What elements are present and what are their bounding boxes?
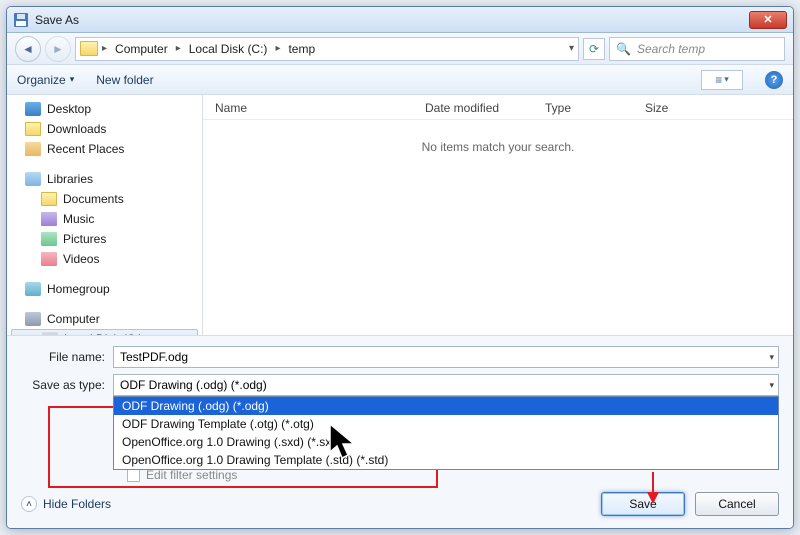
computer-icon: [25, 312, 41, 326]
titlebar: Save As ✕: [7, 7, 793, 33]
sidebar-item-desktop[interactable]: Desktop: [7, 99, 202, 119]
type-option[interactable]: ODF Drawing Template (.otg) (*.otg): [114, 415, 778, 433]
type-option[interactable]: OpenOffice.org 1.0 Drawing (.sxd) (*.sxd…: [114, 433, 778, 451]
sidebar: Desktop Downloads Recent Places Librarie…: [7, 95, 203, 335]
music-icon: [41, 212, 57, 226]
sidebar-item-documents[interactable]: Documents: [7, 189, 202, 209]
filename-label: File name:: [21, 350, 105, 364]
bottom-panel: File name: TestPDF.odg ▾ Save as type: O…: [7, 335, 793, 528]
save-as-dialog: Save As ✕ ◄ ► ▸ Computer ▸ Local Disk (C…: [6, 6, 794, 529]
hide-folders-button[interactable]: ˄ Hide Folders: [21, 496, 111, 512]
libraries-icon: [25, 172, 41, 186]
file-list: Name Date modified Type Size No items ma…: [203, 95, 793, 335]
back-button[interactable]: ◄: [15, 36, 41, 62]
documents-icon: [41, 192, 57, 206]
refresh-button[interactable]: ⟳: [583, 38, 605, 60]
toolbar: Organize ▾ New folder ≡▾ ?: [7, 65, 793, 95]
search-icon: 🔍: [616, 42, 631, 56]
sidebar-item-libraries[interactable]: Libraries: [7, 169, 202, 189]
chevron-down-icon[interactable]: ▾: [569, 43, 574, 54]
nav-row: ◄ ► ▸ Computer ▸ Local Disk (C:) ▸ temp …: [7, 33, 793, 65]
chevron-icon: ▸: [102, 43, 107, 54]
type-option[interactable]: ODF Drawing (.odg) (*.odg): [114, 397, 778, 415]
folder-icon: [25, 122, 41, 136]
search-input[interactable]: 🔍 Search temp: [609, 37, 785, 61]
folder-icon: [80, 41, 98, 56]
col-size[interactable]: Size: [645, 101, 725, 115]
chevron-up-icon: ˄: [21, 496, 37, 512]
column-headers[interactable]: Name Date modified Type Size: [203, 95, 793, 120]
chevron-icon: ▸: [176, 43, 181, 54]
sidebar-item-computer[interactable]: Computer: [7, 309, 202, 329]
col-name[interactable]: Name: [215, 101, 425, 115]
chevron-icon: ▸: [275, 43, 280, 54]
cancel-button[interactable]: Cancel: [695, 492, 779, 516]
empty-message: No items match your search.: [203, 120, 793, 174]
help-button[interactable]: ?: [765, 71, 783, 89]
saveastype-label: Save as type:: [21, 378, 105, 392]
sidebar-item-homegroup[interactable]: Homegroup: [7, 279, 202, 299]
col-date[interactable]: Date modified: [425, 101, 545, 115]
pictures-icon: [41, 232, 57, 246]
sidebar-item-music[interactable]: Music: [7, 209, 202, 229]
saveastype-dropdown: ODF Drawing (.odg) (*.odg) ODF Drawing T…: [113, 396, 779, 470]
list-icon: ≡: [715, 73, 722, 87]
chevron-down-icon[interactable]: ▾: [769, 380, 774, 391]
save-button[interactable]: Save: [601, 492, 685, 516]
sidebar-item-downloads[interactable]: Downloads: [7, 119, 202, 139]
sidebar-item-pictures[interactable]: Pictures: [7, 229, 202, 249]
chevron-down-icon: ▾: [70, 74, 75, 85]
forward-button[interactable]: ►: [45, 36, 71, 62]
sidebar-item-recent[interactable]: Recent Places: [7, 139, 202, 159]
breadcrumb-seg[interactable]: Local Disk (C:): [183, 42, 274, 56]
type-option[interactable]: OpenOffice.org 1.0 Drawing Template (.st…: [114, 451, 778, 469]
edit-filter-label: Edit filter settings: [146, 468, 237, 482]
search-placeholder: Search temp: [637, 42, 705, 56]
desktop-icon: [25, 102, 41, 116]
close-button[interactable]: ✕: [749, 11, 787, 29]
breadcrumb[interactable]: ▸ Computer ▸ Local Disk (C:) ▸ temp ▾: [75, 37, 579, 61]
breadcrumb-seg[interactable]: Computer: [109, 42, 174, 56]
dialog-title: Save As: [35, 13, 749, 27]
filename-input[interactable]: TestPDF.odg ▾: [113, 346, 779, 368]
save-icon: [13, 12, 29, 28]
edit-filter-checkbox: [127, 469, 140, 482]
saveastype-select[interactable]: ODF Drawing (.odg) (*.odg) ▾: [113, 374, 779, 396]
new-folder-button[interactable]: New folder: [96, 73, 153, 87]
recent-icon: [25, 142, 41, 156]
homegroup-icon: [25, 282, 41, 296]
breadcrumb-seg[interactable]: temp: [282, 42, 321, 56]
sidebar-item-videos[interactable]: Videos: [7, 249, 202, 269]
view-button[interactable]: ≡▾: [701, 70, 743, 90]
videos-icon: [41, 252, 57, 266]
chevron-down-icon[interactable]: ▾: [769, 352, 774, 363]
col-type[interactable]: Type: [545, 101, 645, 115]
organize-button[interactable]: Organize ▾: [17, 73, 74, 87]
